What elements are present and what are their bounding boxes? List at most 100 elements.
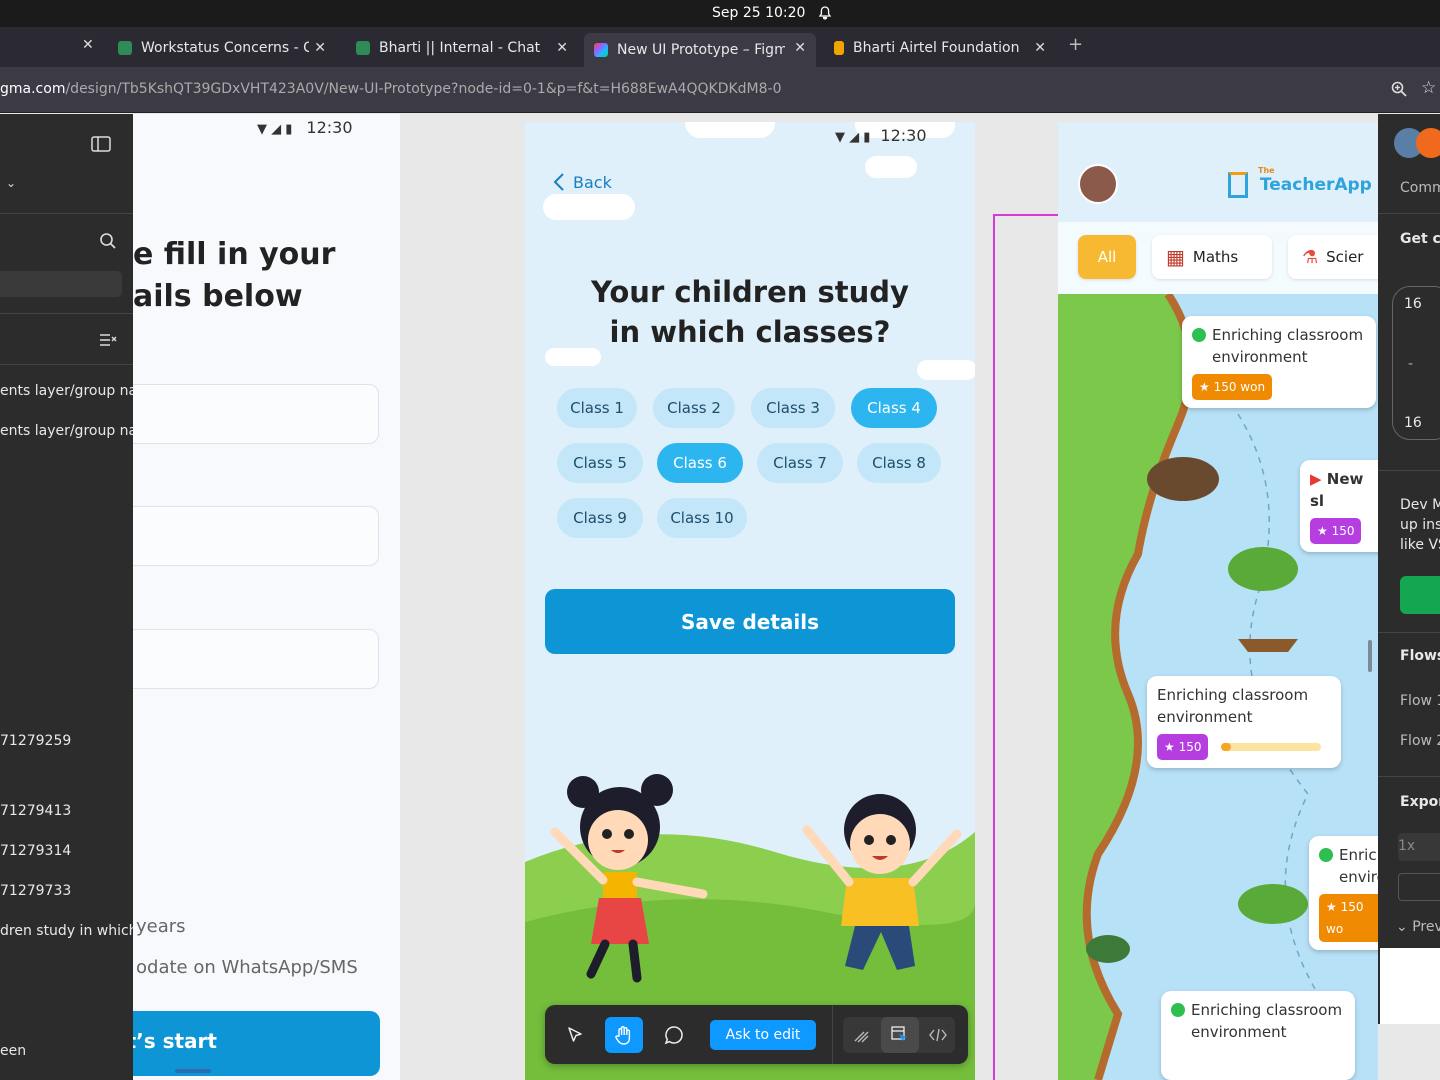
logo-mark-icon (1228, 172, 1248, 198)
chat-favicon-icon (356, 41, 370, 55)
class-chip[interactable]: Class 8 (857, 443, 941, 483)
name-field[interactable] (133, 384, 379, 444)
comment-bubble-icon (664, 1026, 683, 1045)
address-bar[interactable]: gma.com/design/Tb5KshQT39GDxVHT423A0V/Ne… (0, 67, 1440, 113)
learning-path-map: Enriching classroom environment ★ 150 wo… (1058, 294, 1378, 1080)
tab-close-icon[interactable]: ✕ (82, 37, 94, 53)
scrollbar[interactable] (1368, 640, 1372, 672)
activity-card[interactable]: Enriching classroom environment ★ 150 (1147, 676, 1341, 768)
new-tab-plus-icon[interactable]: + (1068, 34, 1083, 55)
progress-bar (1221, 742, 1322, 751)
tab-figma-prototype[interactable]: New UI Prototype – Figm ✕ (584, 33, 816, 67)
tab-close-icon[interactable]: ✕ (794, 40, 806, 56)
divider (0, 364, 133, 365)
get-code-heading: Get co (1400, 231, 1440, 247)
cloud-decoration (543, 194, 635, 220)
check-icon (1171, 1003, 1185, 1017)
comments-tab[interactable]: Comm (1400, 180, 1440, 196)
layer-item[interactable]: ents layer/group nam (0, 423, 133, 439)
chevron-down-icon[interactable]: ⌄ (6, 176, 16, 190)
layer-item[interactable]: ents layer/group nam (0, 383, 133, 399)
phone-field[interactable]: 1 (133, 506, 379, 566)
design-mode-button[interactable] (881, 1017, 919, 1053)
class-chip[interactable]: Class 1 (557, 388, 637, 428)
tab-bharti-airtel[interactable]: Bharti Airtel Foundation ✕ (824, 33, 1056, 63)
filter-science[interactable]: ⚗ Scier (1288, 235, 1378, 279)
class-chip-selected[interactable]: Class 4 (851, 388, 937, 428)
activity-card[interactable]: Enriching classroom environment (1161, 991, 1355, 1080)
class-chip[interactable]: Class 2 (653, 388, 735, 428)
activity-card[interactable]: Enrich enviro ★ 150 wo (1309, 836, 1378, 950)
ask-to-edit-button[interactable]: Ask to edit (710, 1020, 816, 1050)
activity-card[interactable]: ▶ New sl ★ 150 (1300, 460, 1378, 552)
collapse-layers-icon[interactable] (99, 332, 117, 348)
cloud-decoration (917, 360, 975, 380)
flow-item[interactable]: Flow 1 (1400, 693, 1440, 709)
save-details-button[interactable]: Save details (545, 589, 955, 654)
layer-item[interactable]: 71279413 (0, 803, 71, 819)
layers-panel: ⌄ ents layer/group nam ents layer/group … (0, 114, 133, 1080)
points-badge: ★ 150 wo (1319, 894, 1378, 942)
class-chip[interactable]: Class 7 (757, 443, 843, 483)
layer-item[interactable]: 71279314 (0, 843, 71, 859)
divider (1378, 470, 1440, 471)
preview-toggle[interactable]: ⌄ Prev (1396, 919, 1440, 935)
zoom-icon[interactable] (1390, 80, 1408, 98)
try-dev-mode-button[interactable] (1400, 576, 1440, 614)
lets-start-button[interactable]: et’s start (133, 1011, 380, 1076)
divider (0, 213, 133, 214)
cursor-arrow-icon (568, 1027, 582, 1042)
padding-bottom-value: 16 (1404, 415, 1422, 431)
points-badge: ★ 150 (1157, 734, 1209, 760)
abacus-icon: ▦ (1166, 245, 1185, 269)
layer-search-input[interactable] (0, 271, 122, 297)
filter-all[interactable]: All (1078, 235, 1136, 279)
url-text[interactable]: gma.com/design/Tb5KshQT39GDxVHT423A0V/Ne… (0, 81, 782, 97)
layer-item[interactable]: 71279733 (0, 883, 71, 899)
filter-maths[interactable]: ▦ Maths (1152, 235, 1272, 279)
layer-item[interactable]: dren study in which (0, 923, 133, 939)
back-button[interactable]: Back (553, 172, 612, 192)
class-chip[interactable]: Class 10 (657, 498, 747, 538)
system-clock[interactable]: Sep 25 10:20 (712, 5, 805, 21)
divider (1378, 776, 1440, 777)
move-tool-button[interactable] (556, 1017, 594, 1053)
school-field[interactable] (133, 629, 379, 689)
points-badge: ★ 150 won (1192, 374, 1273, 400)
tab-close-icon[interactable]: ✕ (556, 40, 568, 56)
figma-canvas[interactable]: ▼ ◢ ▮12:30 e fill in yourails below 1 ye… (0, 114, 1440, 1080)
class-chip[interactable]: Class 5 (557, 443, 643, 483)
hand-tool-button[interactable] (605, 1017, 643, 1053)
avatar[interactable] (1078, 164, 1118, 204)
export-format-select[interactable] (1398, 873, 1440, 901)
notification-bell-icon[interactable] (817, 5, 833, 21)
activity-card[interactable]: Enriching classroom environment ★ 150 wo… (1182, 316, 1376, 408)
class-chip-selected[interactable]: Class 6 (657, 443, 743, 483)
flows-heading: Flows (1400, 648, 1440, 664)
dev-mode-button[interactable] (919, 1017, 957, 1053)
comment-tool-button[interactable] (655, 1017, 693, 1053)
cloud-decoration (865, 156, 917, 178)
class-chip[interactable]: Class 3 (751, 388, 835, 428)
padding-top-value: 16 (1404, 296, 1422, 312)
avatar-initial[interactable] (1416, 128, 1440, 158)
toolbar-divider (832, 1005, 833, 1064)
screen-select-classes: ▼ ◢ ▮ 12:30 Back Your children study in wh… (525, 122, 975, 1080)
pen-scribble-icon (854, 1031, 869, 1043)
flow-item[interactable]: Flow 2 (1400, 733, 1440, 749)
tab-workstatus[interactable]: Workstatus Concerns - C ✕ (108, 33, 336, 63)
class-chip[interactable]: Class 9 (557, 498, 643, 538)
teacherapp-logo: The TeacherApp (1228, 166, 1372, 198)
hand-icon (615, 1026, 631, 1045)
sidebar-toggle-icon[interactable] (91, 136, 111, 152)
search-icon[interactable] (99, 232, 117, 250)
draw-mode-button[interactable] (843, 1017, 881, 1053)
tab-close-icon[interactable]: ✕ (314, 40, 326, 56)
layer-item[interactable]: een (0, 1043, 26, 1059)
tab-close-icon[interactable]: ✕ (1034, 40, 1046, 56)
layer-item[interactable]: 71279259 (0, 733, 71, 749)
bookmark-star-icon[interactable]: ☆ (1421, 78, 1436, 98)
export-scale-select[interactable]: 1x (1398, 833, 1440, 861)
dev-mode-text: like VS (1400, 537, 1440, 553)
tab-bharti-internal[interactable]: Bharti || Internal - Chat ✕ (346, 33, 578, 63)
